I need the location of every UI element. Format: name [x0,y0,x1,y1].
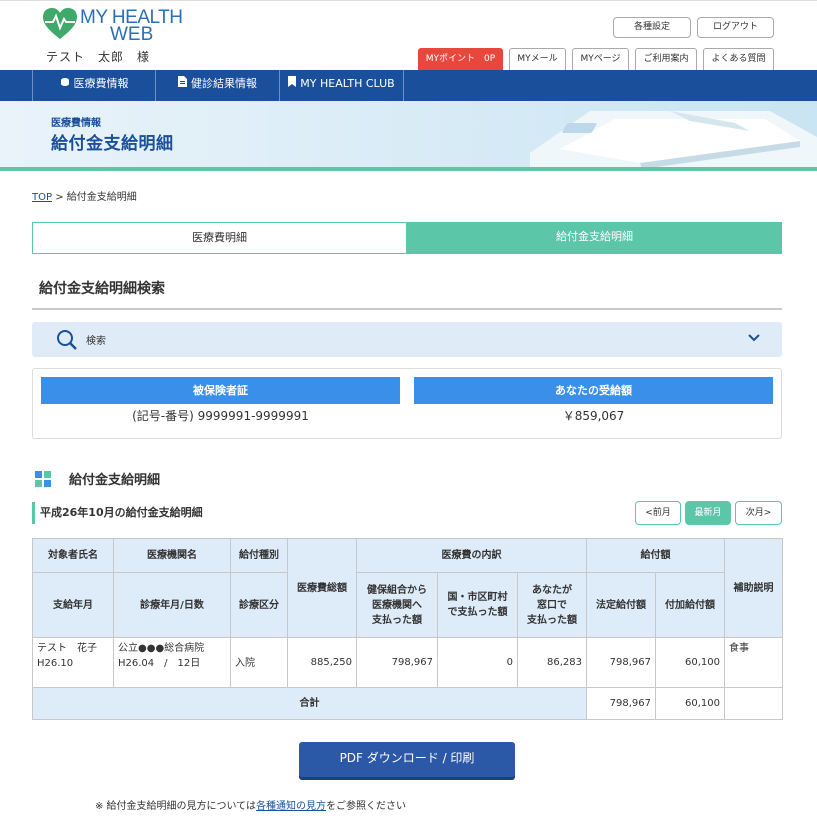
logo[interactable]: MY HEALTH WEB [42,7,192,45]
main-nav: 医療費情報 健診結果情報 MY HEALTH CLUB [0,70,817,101]
banner-illustration [530,111,817,171]
cell-name-value: テスト 花子 [37,643,97,654]
nav-item-checkup[interactable]: 健診結果情報 [156,70,280,101]
cell-paid-month-value: H26.10 [37,658,74,669]
table-total-row: 合計 798,967 60,100 [31,687,784,720]
banner-accent-bar [0,167,817,171]
benefit-detail-table: 対象者氏名 医療機関名 給付種別 医療費総額 医療費の内訳 給付額 補助説明 支… [31,538,784,720]
received-amount-value: ￥859,067 [562,409,625,423]
header-you-paid: あなたが 窓口で 支払った額 [516,572,588,638]
breadcrumb-top-link[interactable]: TOP [32,192,52,203]
chevron-down-icon [748,333,760,346]
cell-additional-benefit: 60,100 [655,637,726,688]
nav-item-label: MY HEALTH CLUB [300,77,395,90]
header-note: 補助説明 [724,538,784,638]
breadcrumb: TOP > 給付金支給明細 [32,188,137,203]
logout-button[interactable]: ログアウト [697,17,774,38]
cell-union-paid: 798,967 [356,637,438,688]
coins-icon [60,71,70,98]
bookmark-icon [288,71,297,98]
settings-button[interactable]: 各種設定 [613,17,691,38]
page-title: 給付金支給明細 [51,134,174,154]
tab-benefit-details[interactable]: 給付金支給明細 [407,222,782,254]
insured-card-value: (記号-番号) 9999991-9999991 [132,409,309,423]
search-icon [56,329,78,354]
heart-pulse-icon [43,8,77,39]
tab-mymail[interactable]: MYメール [509,48,566,71]
table-row: テスト 花子 H26.10 公立●●●総合病院 H26.04 / 12日 入院 … [32,637,784,688]
nav-item-label: 健診結果情報 [191,77,257,90]
total-label: 合計 [31,687,588,720]
grid-icon [35,471,51,490]
cell-institution: 公立●●●総合病院 H26.04 / 12日 [113,637,231,688]
tab-medical-details[interactable]: 医療費明細 [32,222,407,254]
cell-note: 食事 [724,637,784,688]
divider [32,308,782,310]
search-section-title: 給付金支給明細検索 [39,281,165,297]
cell-exam-date-value: H26.04 / 12日 [118,658,201,669]
header: MY HEALTH WEB テスト 太郎 様 各種設定 ログアウト MYポイント… [0,0,817,71]
header-institution: 医療機関名 [113,538,231,573]
notice-guide-link[interactable]: 各種通知の見方 [256,801,326,812]
tab-faq[interactable]: よくある質問 [703,48,774,71]
cell-name: テスト 花子 H26.10 [32,637,114,688]
cell-city-paid: 0 [437,637,518,688]
user-name: テスト 太郎 様 [46,50,151,64]
logo-text-line2: WEB [110,24,154,45]
footnote-suffix: をご参照ください [326,801,407,812]
month-title: 平成26年10月の給付金支給明細 [32,502,203,524]
search-toggle[interactable]: 検索 [32,322,782,357]
search-label: 検索 [86,336,106,347]
latest-month-button[interactable]: 最新月 [685,501,731,525]
breadcrumb-separator: > [55,192,64,203]
header-name: 対象者氏名 [32,538,114,573]
header-union-paid: 健保組合から 医療機関へ 支払った額 [356,572,438,638]
breadcrumb-current: 給付金支給明細 [66,192,137,203]
header-category: 診療区分 [230,572,288,638]
header-breakdown: 医療費の内訳 [355,538,588,573]
page-tabs: 医療費明細 給付金支給明細 [32,222,782,254]
details-section-title: 給付金支給明細 [69,473,161,488]
next-month-button[interactable]: 次月> [735,501,782,525]
page-banner: 医療費情報 給付金支給明細 [0,101,817,171]
received-amount-header: あなたの受給額 [414,377,773,404]
nav-item-club[interactable]: MY HEALTH CLUB [280,70,404,101]
tab-mypage[interactable]: MYページ [572,48,629,71]
cell-category: 入院 [230,637,288,688]
footnote-prefix: ※ 給付金支給明細の見方については [95,801,257,812]
nav-item-medical[interactable]: 医療費情報 [32,70,156,101]
total-note-cell [724,687,784,720]
summary-box: 被保険者証 (記号-番号) 9999991-9999991 あなたの受給額 ￥8… [32,368,782,439]
tab-guide[interactable]: ご利用案内 [635,48,697,71]
banner-subtitle: 医療費情報 [51,118,101,129]
insured-card-header: 被保険者証 [41,377,400,404]
header-medical-total: 医療費総額 [287,538,357,638]
document-icon [178,71,187,98]
header-type: 給付種別 [230,538,288,573]
header-exam-date: 診療年月/日数 [113,572,231,638]
cell-you-paid: 86,283 [516,637,588,688]
header-decided-benefit: 法定給付額 [586,572,657,638]
header-additional-benefit: 付加給付額 [655,572,726,638]
nav-item-label: 医療費情報 [73,77,129,90]
prev-month-button[interactable]: <前月 [635,501,681,525]
cell-medical-total: 885,250 [287,637,357,688]
footnote: ※ 給付金支給明細の見方については各種通知の見方をご参照ください [95,797,406,812]
cell-decided-benefit: 798,967 [586,637,657,688]
header-paid-month: 支給年月 [32,572,114,638]
cell-category-value: 入院 [235,658,255,669]
total-additional-benefit: 60,100 [655,687,726,720]
total-decided-benefit: 798,967 [586,687,657,720]
tab-mypoint[interactable]: MYポイント 0P [418,48,503,71]
pdf-download-button[interactable]: PDF ダウンロード / 印刷 [299,742,515,777]
header-city-paid: 国・市区町村 で支払った額 [437,572,518,638]
cell-institution-value: 公立●●●総合病院 [118,643,205,654]
header-benefit: 給付額 [586,538,726,573]
